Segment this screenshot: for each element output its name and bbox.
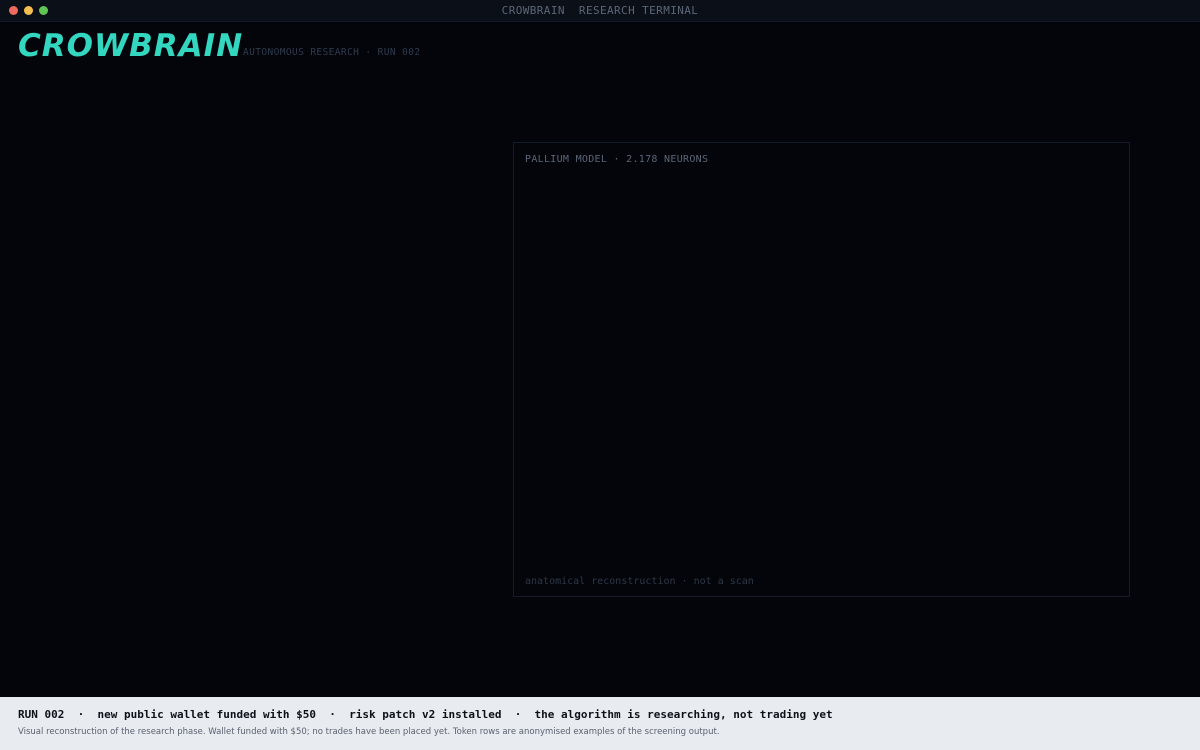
window-titlebar: CROWBRAIN RESEARCH TERMINAL: [0, 0, 1200, 22]
panel-title: PALLIUM MODEL · 2.178 NEURONS: [525, 154, 709, 165]
status-footer: RUN 002 · new public wallet funded with …: [0, 697, 1200, 750]
panel-footnote: anatomical reconstruction · not a scan: [525, 576, 754, 587]
app-logo: CROWBRAIN: [18, 28, 244, 64]
pallium-model-panel: PALLIUM MODEL · 2.178 NEURONS anatomical…: [513, 142, 1130, 597]
run-status-line: RUN 002 · new public wallet funded with …: [18, 708, 833, 721]
window-title: CROWBRAIN RESEARCH TERMINAL: [501, 4, 699, 17]
run-subtitle: AUTONOMOUS RESEARCH · RUN 002: [243, 47, 421, 58]
disclaimer-note: Visual reconstruction of the research ph…: [18, 727, 720, 737]
